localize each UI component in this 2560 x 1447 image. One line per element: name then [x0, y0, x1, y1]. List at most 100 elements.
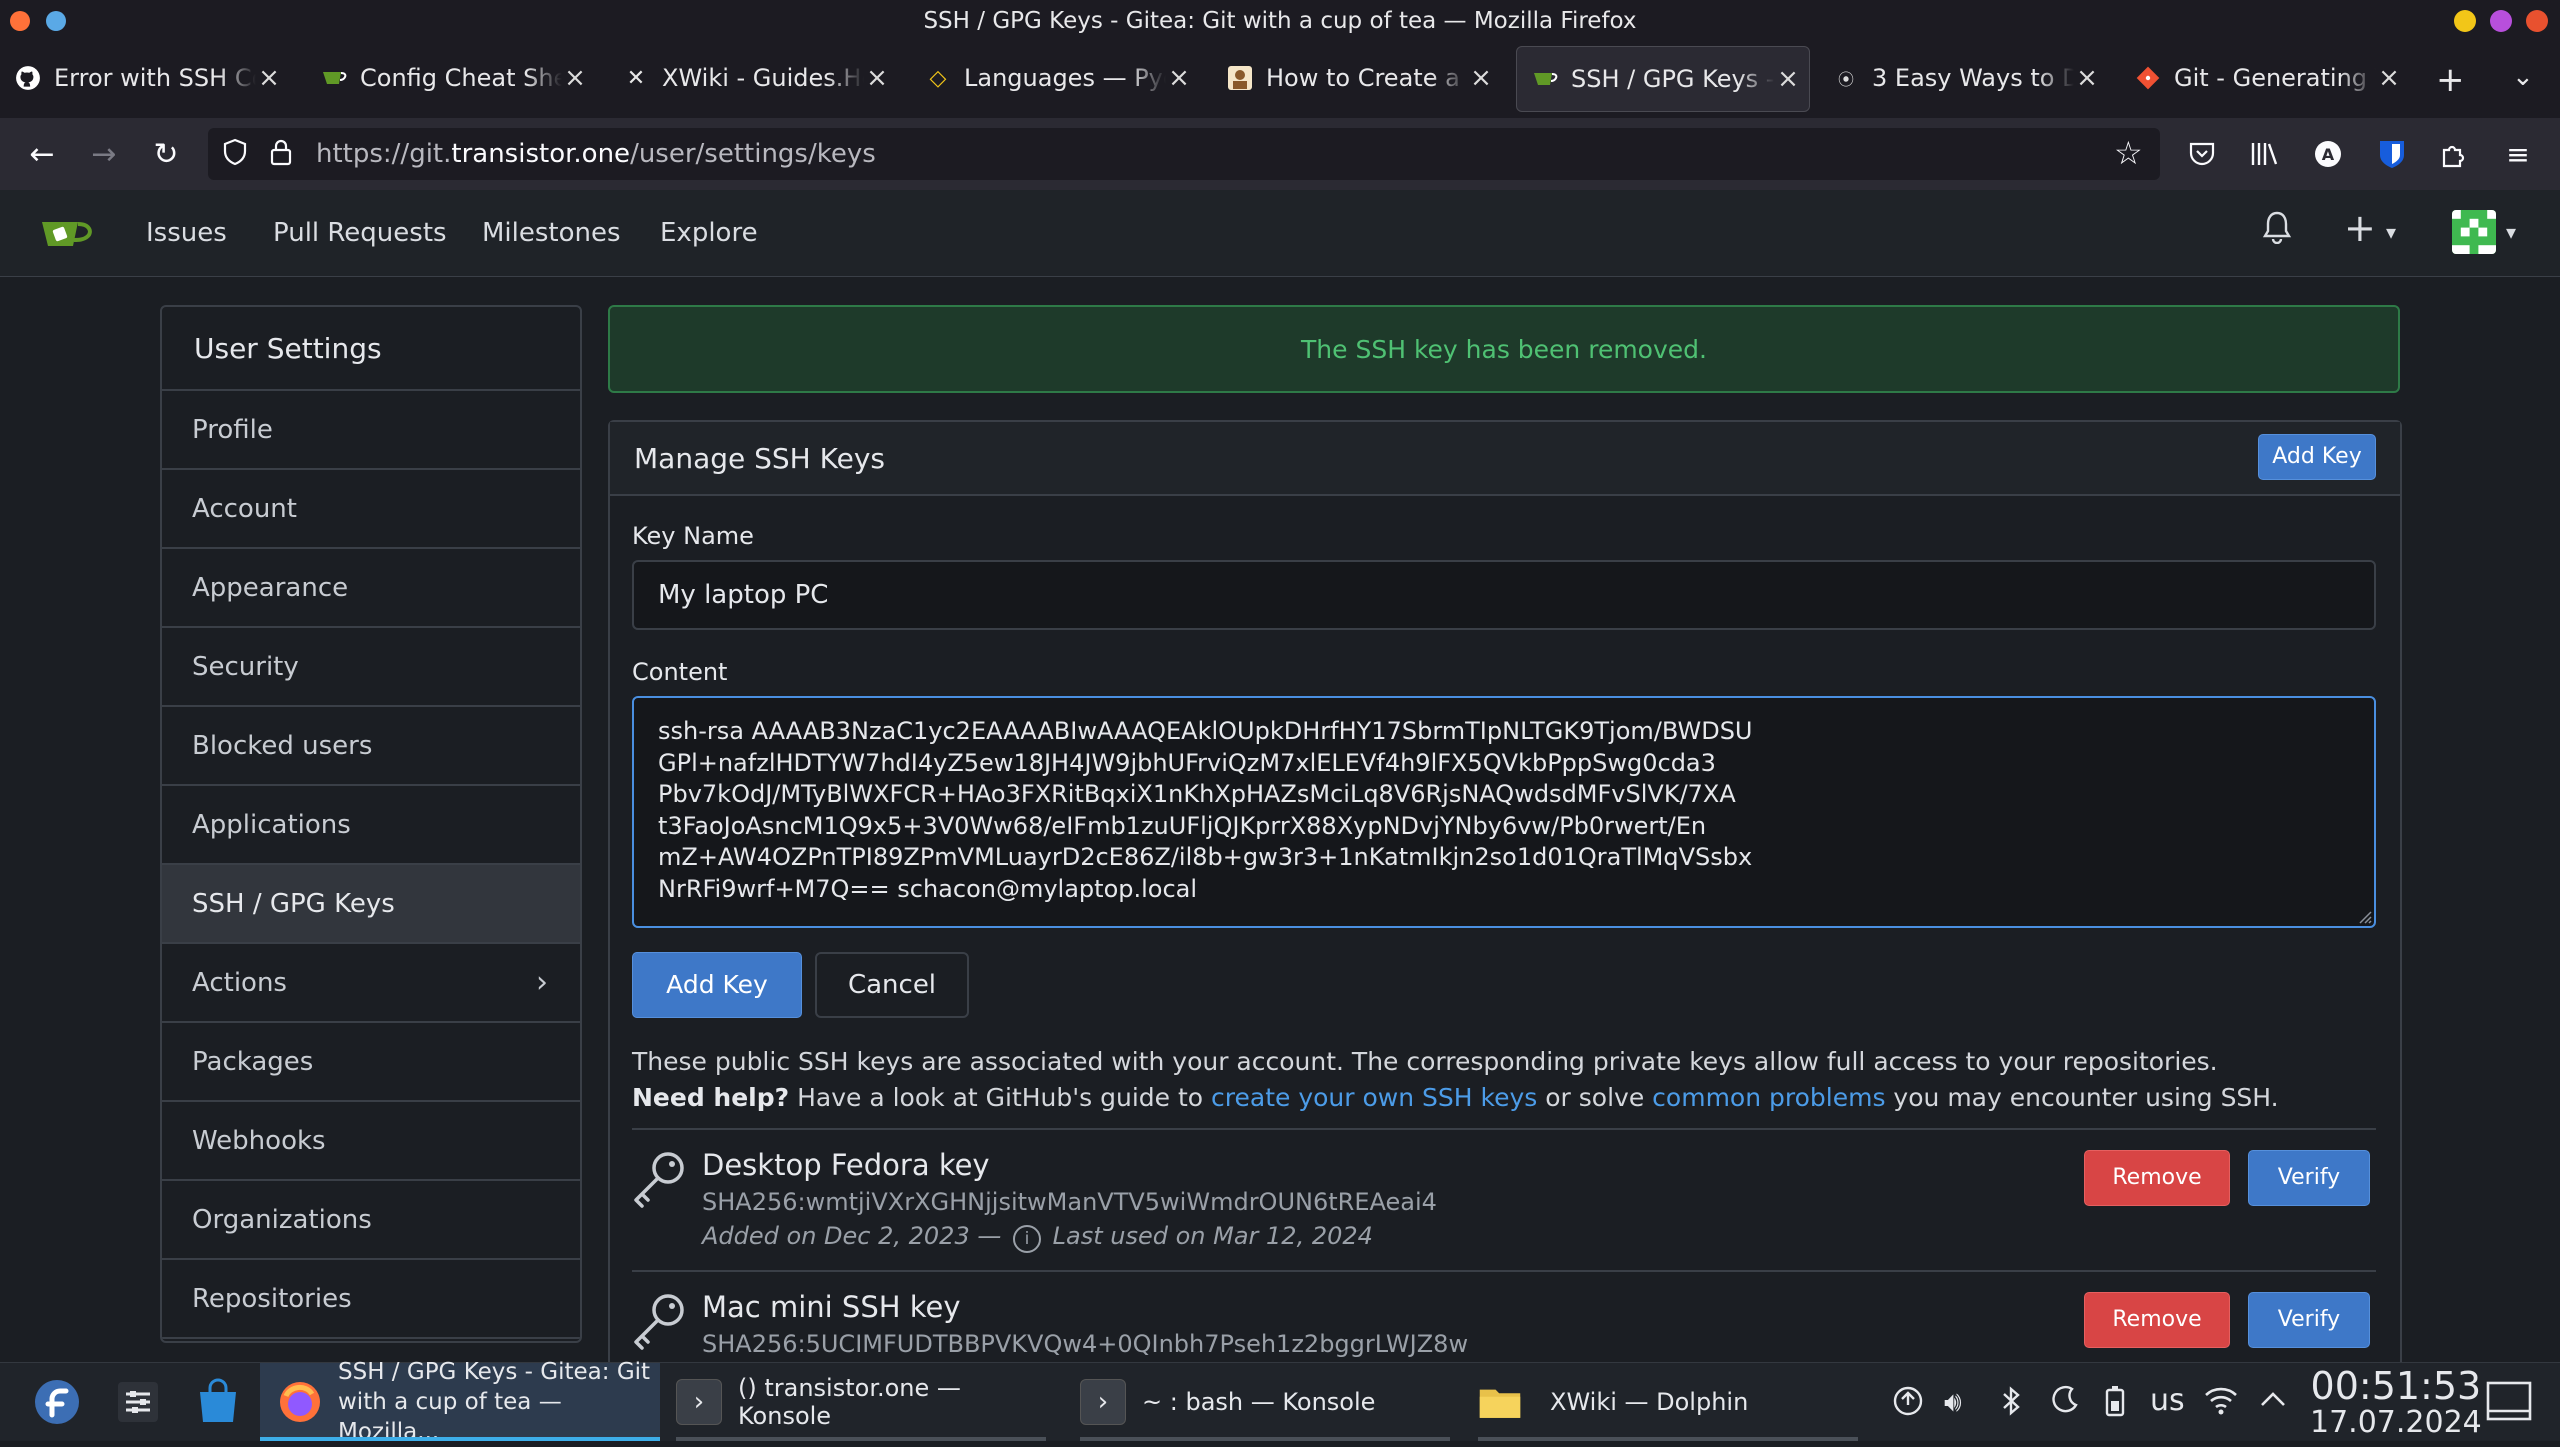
url-bar[interactable]: https://git.transistor.one/user/settings… [208, 128, 2160, 180]
url-text[interactable]: https://git.transistor.one/user/settings… [316, 128, 876, 180]
keyboard-layout-indicator[interactable]: us [2150, 1383, 2185, 1418]
verify-key-button[interactable]: Verify [2248, 1292, 2370, 1348]
digital-clock[interactable]: 00:51:53 17.07.2024 [2310, 1365, 2482, 1439]
firefox-icon [278, 1380, 322, 1424]
new-tab-icon[interactable]: + [2436, 60, 2465, 100]
content-line: t3FaoJoAsncM1Q9x5+3V0Ww68/eIFmb1zuUFljQJ… [658, 811, 1707, 840]
create-ssh-keys-link[interactable]: create your own SSH keys [1211, 1083, 1537, 1112]
volume-icon[interactable]: 🔊︎ [1944, 1385, 1962, 1419]
nav-pull-requests[interactable]: Pull Requests [273, 190, 447, 276]
add-key-header-button[interactable]: Add Key [2258, 434, 2376, 480]
pygments-icon: ◇ [929, 65, 947, 91]
browser-tab[interactable]: ⦿ 3 Easy Ways to Dra × [1818, 46, 2108, 110]
remove-key-button[interactable]: Remove [2084, 1150, 2230, 1206]
add-key-submit-button[interactable]: Add Key [632, 952, 802, 1018]
key-name-label: Key Name [632, 522, 754, 550]
user-avatar[interactable] [2452, 210, 2496, 254]
chevron-up-icon[interactable] [2258, 1385, 2288, 1422]
browser-tab-active[interactable]: SSH / GPG Keys - G × [1516, 46, 1810, 112]
resize-handle-icon[interactable] [2356, 908, 2372, 924]
taskbar-konsole-2[interactable]: › ~ : bash — Konsole [1080, 1363, 1450, 1441]
minimize-button[interactable] [2454, 10, 2476, 32]
remove-key-button[interactable]: Remove [2084, 1292, 2230, 1348]
taskbar-firefox[interactable]: SSH / GPG Keys - Gitea: Git with a cup o… [260, 1359, 660, 1445]
night-color-icon[interactable] [2050, 1385, 2080, 1422]
key-last-used: Last used on Mar 12, 2024 [1052, 1222, 1373, 1250]
library-icon[interactable] [2242, 132, 2286, 176]
key-name-input[interactable]: My laptop PC [632, 560, 2376, 630]
sidebar-item-account[interactable]: Account [162, 470, 580, 549]
browser-tab[interactable]: How to Create a N × [1212, 46, 1502, 110]
update-notifier-icon[interactable] [1892, 1385, 1924, 1424]
taskbar-dolphin[interactable]: XWiki — Dolphin [1478, 1363, 1858, 1441]
content-line: NrRFi9wrf+M7Q== schacon@mylaptop.local [658, 874, 1198, 903]
content-line: mZ+AW4OZPnTPI89ZPmVMLuayrD2cE86Z/il8b+gw… [658, 843, 1753, 871]
tab-label: How to Create a N [1266, 64, 1468, 92]
list-all-tabs-icon[interactable]: ⌄ [2512, 62, 2534, 92]
nav-issues[interactable]: Issues [146, 190, 227, 276]
sidebar-item-security[interactable]: Security [162, 628, 580, 707]
account-icon[interactable]: A [2306, 132, 2350, 176]
sidebar-item-applications[interactable]: Applications [162, 786, 580, 865]
notifications-bell-icon[interactable] [2262, 210, 2292, 252]
verify-key-button[interactable]: Verify [2248, 1150, 2370, 1206]
fedora-launcher-icon[interactable] [32, 1363, 82, 1441]
pocket-icon[interactable] [2180, 132, 2224, 176]
close-window-button[interactable] [2526, 10, 2548, 32]
bitwarden-icon[interactable] [2370, 132, 2414, 176]
sidebar-item-packages[interactable]: Packages [162, 1023, 580, 1102]
content-textarea[interactable]: ssh-rsa AAAAB3NzaC1yc2EAAAABIwAAAQEAklOU… [632, 696, 2376, 928]
tab-close-icon[interactable]: × [1775, 64, 1801, 94]
sidebar-item-ssh-gpg-keys[interactable]: SSH / GPG Keys [162, 865, 580, 944]
create-new-plus-icon[interactable]: + [2344, 206, 2376, 250]
sidebar-item-profile[interactable]: Profile [162, 391, 580, 470]
sidebar-item-webhooks[interactable]: Webhooks [162, 1102, 580, 1181]
lock-icon[interactable] [270, 138, 292, 173]
wifi-icon[interactable] [2204, 1385, 2238, 1422]
nav-explore[interactable]: Explore [660, 190, 758, 276]
battery-icon[interactable] [2104, 1385, 2126, 1424]
sidebar-item-actions[interactable]: Actions › [162, 944, 580, 1023]
bookmark-star-icon[interactable]: ☆ [2114, 134, 2143, 172]
sidebar-item-organizations[interactable]: Organizations [162, 1181, 580, 1260]
browser-tab[interactable]: Git - Generating Yo × [2120, 46, 2410, 110]
back-icon[interactable]: ← [20, 132, 64, 176]
tab-close-icon[interactable]: × [256, 63, 282, 93]
chevron-down-icon[interactable]: ▾ [2506, 220, 2516, 244]
maximize-button[interactable] [2490, 10, 2512, 32]
bluetooth-icon[interactable] [2000, 1385, 2024, 1424]
hamburger-menu-icon[interactable]: ≡ [2496, 132, 2540, 176]
show-desktop-icon[interactable] [2486, 1381, 2532, 1428]
browser-tab[interactable]: ◇ Languages — Pygr × [910, 46, 1200, 110]
discover-store-icon[interactable] [194, 1363, 242, 1441]
reload-icon[interactable]: ↻ [144, 132, 188, 176]
taskbar-konsole-1[interactable]: › () transistor.one — Konsole [676, 1363, 1046, 1441]
sidebar-item-appearance[interactable]: Appearance [162, 549, 580, 628]
browser-tab[interactable]: ✕ XWiki - Guides.Hov × [608, 46, 898, 110]
content-line: GPl+nafzlHDTYW7hdI4yZ5ew18JH4JW9jbhUFrvi… [658, 748, 1716, 777]
tab-close-icon[interactable]: × [2376, 63, 2402, 93]
tab-close-icon[interactable]: × [2074, 63, 2100, 93]
tab-close-icon[interactable]: × [1468, 63, 1494, 93]
sidebar-item-repositories[interactable]: Repositories [162, 1260, 580, 1339]
chevron-down-icon[interactable]: ▾ [2386, 220, 2396, 244]
konsole-icon: › [676, 1379, 722, 1425]
github-icon [14, 64, 42, 92]
key-name: Desktop Fedora key [702, 1148, 990, 1182]
gitea-logo-icon[interactable] [38, 212, 94, 252]
tab-close-icon[interactable]: × [1166, 63, 1192, 93]
tab-close-icon[interactable]: × [864, 63, 890, 93]
tracking-shield-icon[interactable] [222, 138, 248, 173]
forward-icon[interactable]: → [82, 132, 126, 176]
tab-close-icon[interactable]: × [562, 63, 588, 93]
common-problems-link[interactable]: common problems [1652, 1083, 1885, 1112]
settings-sidebar: User Settings Profile Account Appearance… [160, 305, 582, 1343]
cancel-button[interactable]: Cancel [815, 952, 969, 1018]
system-settings-icon[interactable] [116, 1363, 160, 1441]
wikihow-icon [1226, 64, 1254, 92]
sidebar-item-blocked-users[interactable]: Blocked users [162, 707, 580, 786]
nav-milestones[interactable]: Milestones [482, 190, 621, 276]
extensions-icon[interactable] [2432, 132, 2476, 176]
browser-tab[interactable]: Error with SSH Cor × [0, 46, 290, 110]
browser-tab[interactable]: Config Cheat Shee × [306, 46, 596, 110]
